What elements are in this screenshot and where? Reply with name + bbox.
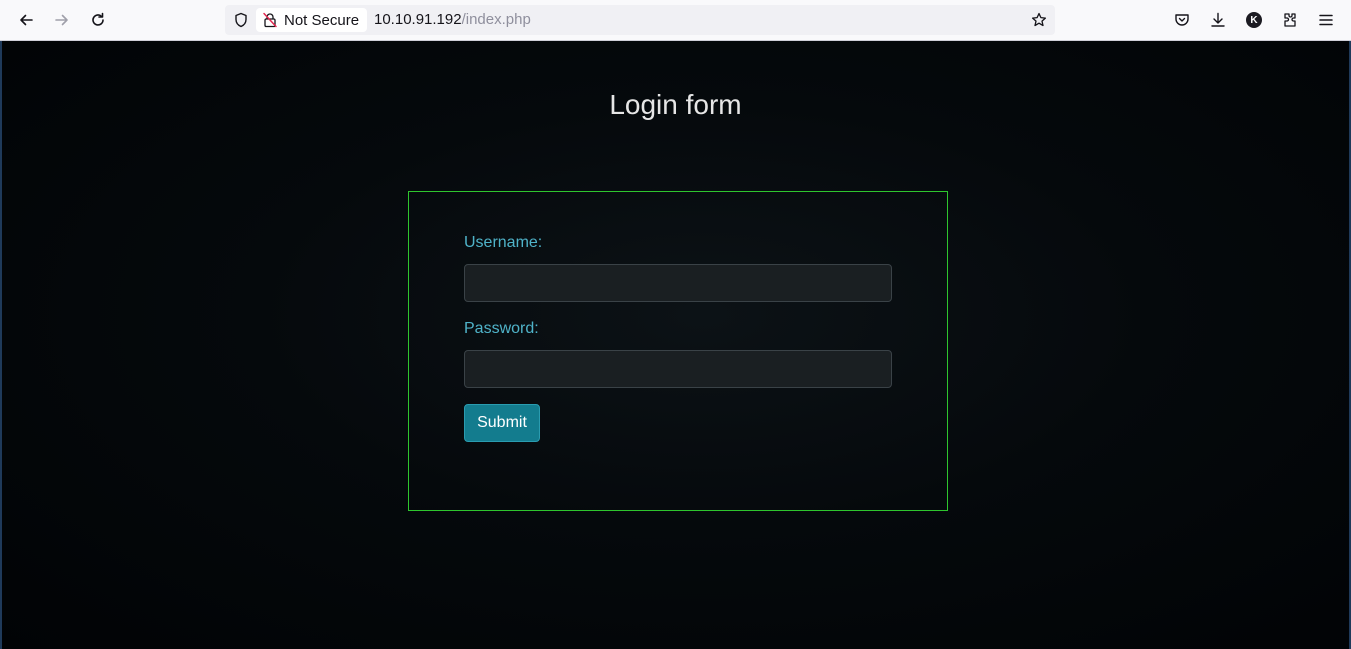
bookmark-button[interactable] (1029, 10, 1049, 30)
username-input[interactable] (464, 264, 892, 302)
menu-icon (1319, 14, 1333, 26)
submit-button[interactable]: Submit (464, 404, 540, 442)
url-text[interactable]: 10.10.91.192/index.php (374, 11, 531, 28)
pocket-icon (1175, 14, 1189, 26)
not-secure-label: Not Secure (284, 11, 360, 29)
downloads-button[interactable] (1204, 6, 1232, 34)
account-icon: K (1246, 12, 1262, 28)
page-viewport: Login form Username: Password: Submit (0, 41, 1351, 649)
extensions-icon (1284, 13, 1296, 27)
app-menu-button[interactable] (1312, 6, 1340, 34)
reload-button[interactable] (84, 6, 112, 34)
forward-button[interactable] (48, 6, 76, 34)
browser-toolbar: Not Secure 10.10.91.192/index.php K (0, 0, 1351, 41)
tracking-protection-button[interactable] (231, 10, 251, 30)
password-label: Password: (464, 320, 539, 337)
pocket-button[interactable] (1168, 6, 1196, 34)
reload-icon (92, 12, 104, 26)
page-title: Login form (609, 89, 742, 120)
download-icon (1211, 12, 1225, 27)
insecure-lock-icon (263, 12, 277, 28)
account-button[interactable]: K (1240, 6, 1268, 34)
extensions-button[interactable] (1276, 6, 1304, 34)
url-path: /index.php (461, 11, 531, 28)
back-icon (20, 14, 33, 26)
shield-icon (235, 12, 247, 28)
site-security-indicator[interactable]: Not Secure (256, 8, 367, 32)
username-label: Username: (464, 234, 543, 251)
bookmark-star-icon (1031, 12, 1047, 27)
back-button[interactable] (12, 6, 40, 34)
password-input[interactable] (464, 350, 892, 388)
url-bar[interactable]: Not Secure 10.10.91.192/index.php (225, 5, 1055, 35)
url-host: 10.10.91.192 (374, 11, 462, 28)
forward-icon (55, 14, 68, 26)
login-form: Username: Password: Submit (408, 191, 948, 511)
